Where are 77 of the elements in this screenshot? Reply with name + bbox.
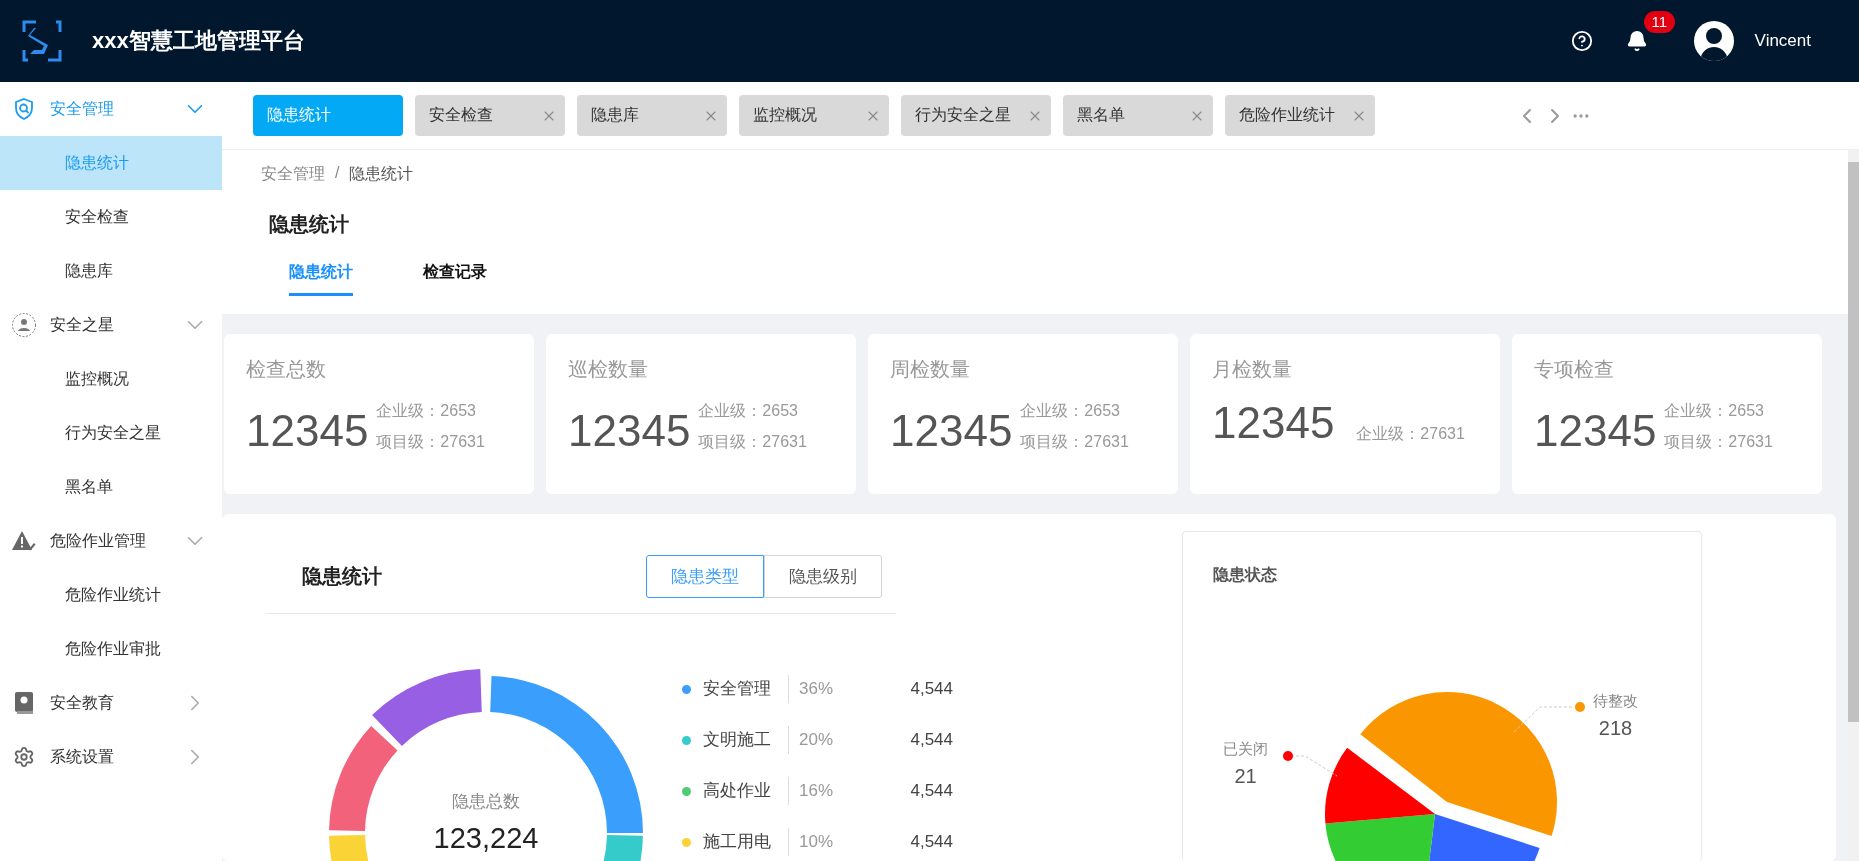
breadcrumb-link[interactable]: 安全管理 — [261, 164, 325, 185]
card-title: 月检数量 — [1212, 357, 1293, 382]
breadcrumb-separator: / — [335, 164, 340, 183]
card-detail: 项目级：27631 — [1020, 432, 1129, 452]
sidebar-item[interactable]: 黑名单 — [0, 460, 222, 514]
logo-icon — [22, 20, 62, 62]
legend-count: 4,544 — [909, 730, 953, 750]
donut-center-total: 123,224 — [432, 822, 540, 855]
card-title: 周检数量 — [890, 357, 971, 382]
legend-count: 4,544 — [909, 781, 953, 801]
pie-value: 21 — [1234, 765, 1257, 788]
content-tab[interactable]: 检查记录 — [423, 262, 487, 296]
card-title: 专项检查 — [1534, 357, 1615, 382]
card-detail: 企业级：2653 — [1664, 401, 1765, 421]
pie-value: 218 — [1598, 717, 1633, 740]
page-tab[interactable]: 监控概况 — [739, 95, 889, 136]
legend-percent: 16% — [799, 781, 835, 801]
page-tab[interactable]: 安全检查 — [415, 95, 565, 136]
shield-search-icon — [12, 97, 36, 121]
legend-percent: 20% — [799, 730, 835, 750]
legend-name: 高处作业 — [703, 777, 789, 805]
legend-count: 4,544 — [909, 679, 953, 699]
card-total: 12345 — [568, 409, 691, 453]
sidebar-group[interactable]: 安全之星 — [0, 298, 222, 352]
sidebar-item[interactable]: 监控概况 — [0, 352, 222, 406]
legend-count: 4,544 — [909, 832, 953, 852]
sidebar-item[interactable]: 危险作业统计 — [0, 568, 222, 622]
book-icon — [14, 691, 34, 715]
card-title: 巡检数量 — [568, 357, 649, 382]
pie-label: 已关闭 — [1223, 740, 1268, 759]
leader-line — [1513, 705, 1573, 733]
app-title: xxx智慧工地管理平台 — [92, 27, 305, 55]
sidebar-item[interactable]: 安全检查 — [0, 190, 222, 244]
pie-label: 待整改 — [1593, 692, 1638, 711]
settings-icon — [13, 746, 35, 768]
notification-badge: 11 — [1643, 11, 1676, 33]
legend-percent: 36% — [799, 679, 835, 699]
sidebar-item[interactable]: 行为安全之星 — [0, 406, 222, 460]
help-button[interactable] — [1570, 30, 1593, 52]
sidebar-group[interactable]: 危险作业管理 — [0, 514, 222, 568]
card-detail: 企业级：2653 — [698, 401, 799, 421]
person-badge-icon — [11, 312, 37, 338]
legend-name: 安全管理 — [703, 675, 789, 703]
page-tab[interactable]: 隐患库 — [577, 95, 727, 136]
legend-name: 施工用电 — [703, 828, 789, 856]
legend-name: 文明施工 — [703, 726, 789, 754]
page-title: 隐患统计 — [269, 212, 350, 237]
card-detail: 项目级：27631 — [376, 432, 485, 452]
segment-button[interactable]: 隐患级别 — [764, 555, 882, 598]
card-detail: 企业级：27631 — [1356, 424, 1465, 444]
card-total: 12345 — [1212, 401, 1335, 445]
sidebar-item[interactable]: 危险作业审批 — [0, 622, 222, 676]
card-title: 检查总数 — [246, 357, 327, 382]
leader-line — [1290, 754, 1338, 778]
sidebar-item[interactable]: 隐患库 — [0, 244, 222, 298]
card-total: 12345 — [890, 409, 1013, 453]
sidebar-group[interactable]: 系统设置 — [0, 730, 222, 784]
card-detail: 企业级：2653 — [376, 401, 477, 421]
notifications-button[interactable] — [1625, 30, 1648, 52]
avatar-silhouette[interactable] — [1693, 21, 1734, 61]
donut-center-label: 隐患总数 — [451, 791, 521, 813]
scrollbar[interactable] — [1848, 150, 1859, 861]
user-name[interactable]: Vincent — [1754, 31, 1811, 51]
page-tab[interactable]: 危险作业统计 — [1225, 95, 1375, 136]
legend-percent: 10% — [799, 832, 835, 852]
section-title: 隐患统计 — [302, 564, 382, 589]
sidebar-group[interactable]: 安全教育 — [0, 676, 222, 730]
section-title: 隐患状态 — [1213, 565, 1278, 585]
card-detail: 项目级：27631 — [698, 432, 807, 452]
page-tab[interactable]: 黑名单 — [1063, 95, 1213, 136]
breadcrumb-link[interactable]: 隐患统计 — [349, 164, 414, 185]
card-total: 12345 — [1534, 409, 1657, 453]
page-tab[interactable]: 行为安全之星 — [901, 95, 1051, 136]
card-total: 12345 — [246, 409, 369, 453]
card-detail: 项目级：27631 — [1664, 432, 1773, 452]
warning-icon — [12, 530, 36, 552]
card-detail: 企业级：2653 — [1020, 401, 1121, 421]
